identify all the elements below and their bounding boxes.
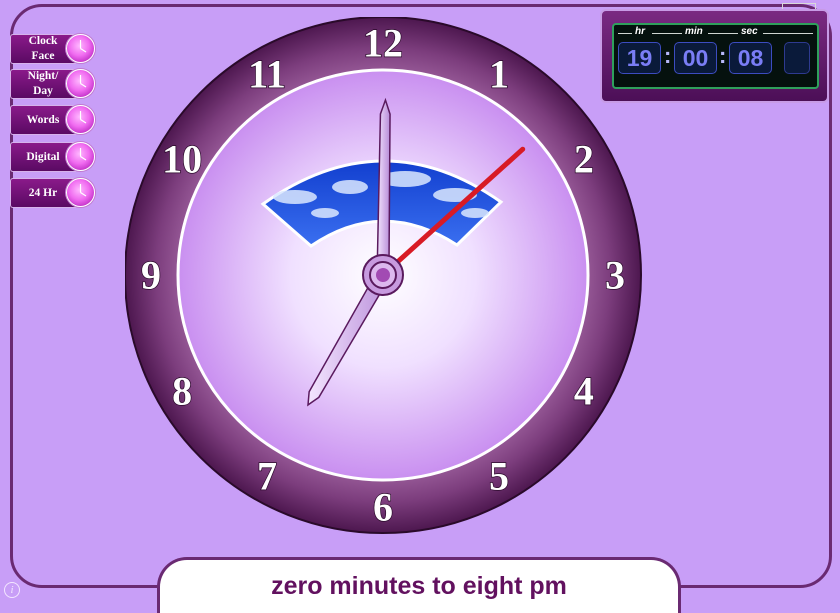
minutes-display: 00	[674, 42, 717, 74]
clock-numeral: 11	[248, 52, 286, 97]
digital-button[interactable]: Digital	[10, 142, 95, 172]
clock-numeral: 10	[162, 137, 202, 182]
ampm-display	[784, 42, 810, 74]
clock-numeral: 9	[141, 253, 161, 298]
clock-knob-icon	[66, 142, 95, 171]
clock-numeral: 2	[574, 137, 594, 182]
clock-face-label: Clock Face	[28, 35, 58, 62]
colon-separator: :	[664, 43, 672, 68]
clock-numeral: 1	[489, 52, 509, 97]
24-hr-label: 24 Hr	[28, 186, 58, 199]
words-label: Words	[26, 113, 60, 126]
night-day-label: Night/ Day	[27, 70, 59, 97]
words-button[interactable]: Words	[10, 105, 95, 135]
time-in-words: zero minutes to eight pm	[157, 557, 681, 613]
clock-knob-icon	[66, 34, 95, 63]
divider	[763, 33, 813, 34]
divider	[652, 33, 682, 34]
analog-clock: 121234567891011	[125, 17, 642, 534]
clock-knob-icon	[66, 69, 95, 98]
sec-label: sec	[741, 26, 758, 37]
seconds-display: 08	[729, 42, 772, 74]
clock-numeral: 7	[257, 453, 277, 498]
clock-numeral: 8	[172, 369, 192, 414]
night-day-button[interactable]: Night/ Day	[10, 69, 95, 99]
hub-center	[376, 268, 390, 282]
clock-numeral: 4	[574, 369, 594, 414]
info-icon[interactable]: i	[4, 582, 20, 598]
clock-knob-icon	[66, 105, 95, 134]
divider	[708, 33, 738, 34]
colon-separator: :	[719, 43, 727, 68]
min-label: min	[685, 26, 703, 37]
24-hr-button[interactable]: 24 Hr	[10, 178, 95, 208]
clock-numeral: 12	[363, 21, 403, 66]
clock-numeral: 6	[373, 485, 393, 530]
digital-label: Digital	[26, 150, 60, 163]
clock-knob-icon	[66, 178, 95, 207]
clock-numeral: 3	[605, 253, 625, 298]
clock-numeral: 5	[489, 453, 509, 498]
clock-face-button[interactable]: Clock Face	[10, 34, 95, 64]
